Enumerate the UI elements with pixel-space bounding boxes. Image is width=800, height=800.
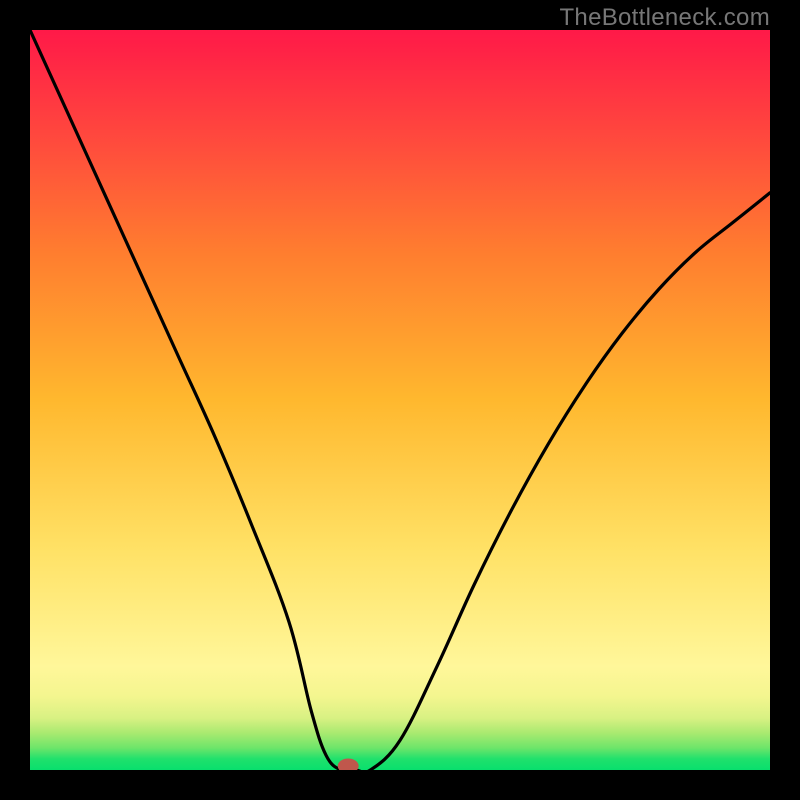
plot-area [30, 30, 770, 770]
gradient-background [30, 30, 770, 770]
watermark-text: TheBottleneck.com [559, 4, 770, 32]
bottleneck-chart [30, 30, 770, 770]
chart-frame: TheBottleneck.com [0, 0, 800, 800]
optimum-marker [338, 759, 358, 770]
